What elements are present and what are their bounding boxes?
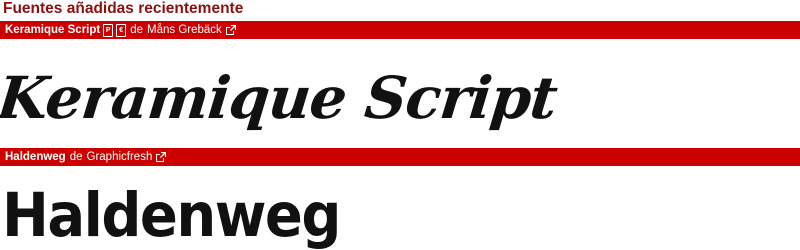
external-link-icon[interactable]	[225, 25, 236, 35]
font-name-link[interactable]: Keramique Script	[5, 21, 100, 39]
font-header-haldenweg: Haldenweg de Graphicfresh	[0, 148, 800, 166]
author-link[interactable]: Graphicfresh	[87, 148, 153, 166]
font-preview-keramique[interactable]: Keramique Script	[0, 40, 800, 140]
commercial-badge-icon: €	[116, 23, 127, 37]
font-name-link[interactable]: Haldenweg	[5, 148, 66, 166]
by-label: de	[69, 151, 83, 163]
font-header-keramique: Keramique Script P € de Måns Grebäck	[0, 21, 800, 39]
author-link[interactable]: Måns Grebäck	[147, 21, 222, 39]
personal-use-badge-icon: P	[103, 23, 114, 37]
external-link-icon[interactable]	[156, 152, 167, 162]
preview-text: Keramique Script	[0, 63, 561, 132]
font-preview-haldenweg[interactable]: Haldenweg	[0, 167, 800, 250]
section-title: Fuentes añadidas recientemente	[3, 0, 244, 17]
preview-text: Haldenweg	[2, 180, 340, 250]
by-label: de	[130, 24, 144, 36]
